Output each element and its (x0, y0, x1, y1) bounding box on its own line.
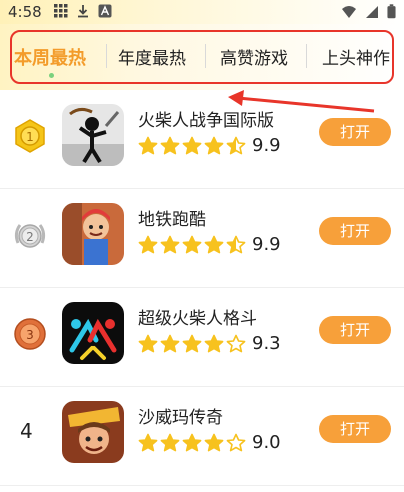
game-row[interactable]: 2 地铁跑酷 9.9 打开 (0, 189, 404, 288)
notification-icons (54, 4, 112, 18)
rank-number: 3 (26, 328, 34, 342)
bronze-medal-icon: 3 (14, 318, 46, 350)
silver-medal-icon: 2 (14, 224, 46, 248)
grid-icon (54, 4, 68, 18)
rating-score: 9.0 (252, 432, 281, 453)
star-half-icon (226, 235, 246, 254)
battery-icon (387, 4, 396, 19)
subway-surfers-app-icon (62, 203, 124, 265)
star-full-icon (182, 334, 202, 353)
star-full-icon (160, 136, 180, 155)
star-full-icon (138, 334, 158, 353)
signal-icon (366, 5, 378, 18)
annotation-highlight-box (10, 30, 394, 84)
star-full-icon (160, 235, 180, 254)
stick-war-app-icon (62, 104, 124, 166)
star-full-icon (182, 136, 202, 155)
status-time: 4:58 (8, 3, 42, 21)
system-status-icons (341, 4, 396, 19)
open-button[interactable]: 打开 (319, 316, 391, 344)
gold-medal-icon: 1 (15, 119, 45, 153)
rank-number: 4 (20, 419, 33, 443)
star-full-icon (204, 334, 224, 353)
star-full-icon (138, 235, 158, 254)
game-title: 地铁跑酷 (138, 210, 206, 230)
star-half-icon (226, 136, 246, 155)
game-row[interactable]: 1 火柴人战争国际版 9.9 打开 (0, 90, 404, 189)
star-full-icon (138, 433, 158, 452)
game-row[interactable]: 4 沙威玛传奇 9.0 打开 (0, 387, 404, 486)
star-rating (138, 334, 246, 354)
star-full-icon (204, 433, 224, 452)
download-icon (78, 5, 88, 18)
stickman-fighting-app-icon (62, 302, 124, 364)
star-empty-icon (226, 334, 246, 353)
star-rating (138, 136, 246, 156)
open-button[interactable]: 打开 (319, 118, 391, 146)
status-bar: 4:58 (0, 0, 404, 24)
open-button[interactable]: 打开 (319, 217, 391, 245)
star-empty-icon (226, 433, 246, 452)
game-title: 超级火柴人格斗 (138, 309, 257, 329)
rank-number: 2 (26, 230, 34, 244)
star-full-icon (138, 136, 158, 155)
rating-score: 9.9 (252, 234, 281, 255)
star-full-icon (204, 235, 224, 254)
star-full-icon (182, 235, 202, 254)
game-row[interactable]: 3 超级火柴人格斗 9.3 打开 (0, 288, 404, 387)
game-title: 沙威玛传奇 (138, 408, 223, 428)
app-a-icon (98, 4, 112, 18)
star-rating (138, 433, 246, 453)
rank-number: 1 (26, 130, 34, 144)
star-full-icon (182, 433, 202, 452)
open-button[interactable]: 打开 (319, 415, 391, 443)
star-full-icon (160, 334, 180, 353)
shawarma-legend-app-icon (62, 401, 124, 463)
star-full-icon (160, 433, 180, 452)
rating-score: 9.9 (252, 135, 281, 156)
star-full-icon (204, 136, 224, 155)
star-rating (138, 235, 246, 255)
game-title: 火柴人战争国际版 (138, 111, 274, 131)
rating-score: 9.3 (252, 333, 281, 354)
wifi-icon (342, 5, 356, 18)
